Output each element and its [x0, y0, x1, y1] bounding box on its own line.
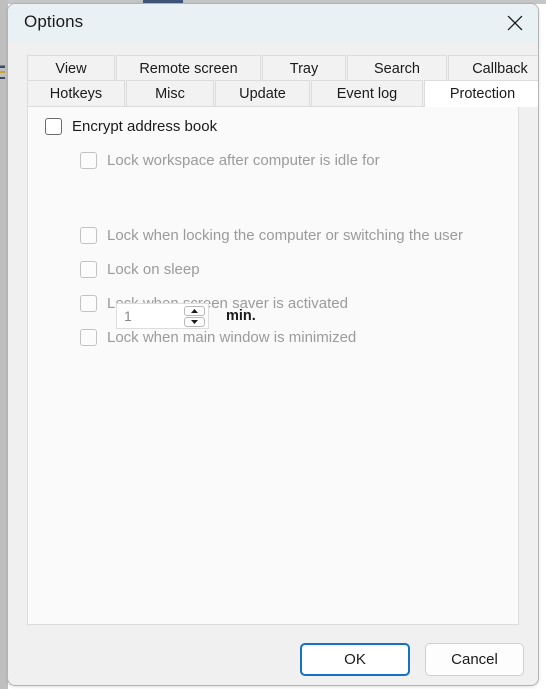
checkbox-encrypt-address-book[interactable] — [45, 118, 62, 135]
dialog-title: Options — [24, 12, 84, 31]
option-label: Lock workspace after computer is idle fo… — [107, 152, 380, 169]
tab-label: Tray — [289, 61, 319, 77]
tab-row-primary: View Remote screen Tray Search Callback — [27, 55, 538, 82]
checkbox-lock-when-screen-saver-is-activated — [80, 295, 97, 312]
tab-label: Remote screen — [139, 61, 238, 77]
tab-remote-screen[interactable]: Remote screen — [116, 55, 261, 82]
idle-minutes-spinbox[interactable]: 1 — [116, 303, 209, 329]
option-row[interactable]: Encrypt address book — [45, 118, 217, 135]
tab-update[interactable]: Update — [215, 80, 310, 107]
checkbox-lock-workspace-after-computer-is-idle-fo — [80, 152, 97, 169]
tab-label: View — [55, 61, 87, 77]
background-window-left-inner — [0, 0, 5, 689]
protection-panel: Encrypt address book Lock workspace after… — [27, 106, 519, 625]
checkbox-lock-when-main-window-is-minimized — [80, 329, 97, 346]
tab-row-secondary: Hotkeys Misc Update Event log Protection — [27, 80, 538, 107]
tab-label: Callback — [472, 61, 528, 77]
checkbox-lock-on-sleep — [80, 261, 97, 278]
checkbox-lock-when-locking-the-computer-or-switch — [80, 227, 97, 244]
tab-label: Hotkeys — [49, 86, 103, 102]
options-dialog: Options View Remote screen Tray Search Callb… — [7, 3, 539, 686]
tab-callback[interactable]: Callback — [448, 55, 538, 82]
chevron-up-icon[interactable] — [184, 306, 205, 316]
option-row[interactable]: Lock on sleep — [80, 261, 200, 278]
idle-minutes-control: 1 min. — [116, 303, 256, 329]
option-row[interactable]: Lock when main window is minimized — [80, 329, 356, 346]
option-label: Encrypt address book — [72, 118, 218, 135]
option-row[interactable]: Lock workspace after computer is idle fo… — [80, 152, 380, 169]
close-icon[interactable] — [492, 4, 538, 42]
spinner-buttons — [184, 306, 205, 327]
dialog-titlebar: Options — [8, 4, 538, 42]
tab-label: Update — [239, 86, 286, 102]
cancel-button-label: Cancel — [451, 651, 498, 668]
tab-protection[interactable]: Protection — [424, 80, 538, 107]
tab-view[interactable]: View — [27, 55, 115, 82]
idle-minutes-value: 1 — [124, 308, 132, 324]
idle-minutes-unit-label: min. — [226, 308, 256, 324]
tab-label: Event log — [336, 86, 398, 102]
background-window-left-icons — [0, 60, 5, 90]
chevron-down-icon[interactable] — [184, 317, 205, 327]
option-label: Lock on sleep — [107, 261, 200, 278]
ok-button-label: OK — [344, 651, 366, 668]
tab-label: Misc — [155, 86, 185, 102]
cancel-button[interactable]: Cancel — [425, 643, 524, 676]
option-row[interactable]: Lock when locking the computer or switch… — [80, 227, 463, 244]
tab-search[interactable]: Search — [347, 55, 447, 82]
tab-label: Search — [374, 61, 420, 77]
options-tabstrip: View Remote screen Tray Search Callback Hotk… — [8, 42, 538, 107]
tab-tray[interactable]: Tray — [262, 55, 346, 82]
tab-label: Protection — [449, 86, 516, 102]
tab-hotkeys[interactable]: Hotkeys — [27, 80, 125, 107]
dialog-footer: OK Cancel — [8, 634, 538, 685]
tab-event-log[interactable]: Event log — [311, 80, 423, 107]
tab-misc[interactable]: Misc — [126, 80, 214, 107]
option-label: Lock when locking the computer or switch… — [107, 227, 464, 244]
ok-button[interactable]: OK — [300, 643, 410, 676]
option-label: Lock when main window is minimized — [107, 329, 357, 346]
